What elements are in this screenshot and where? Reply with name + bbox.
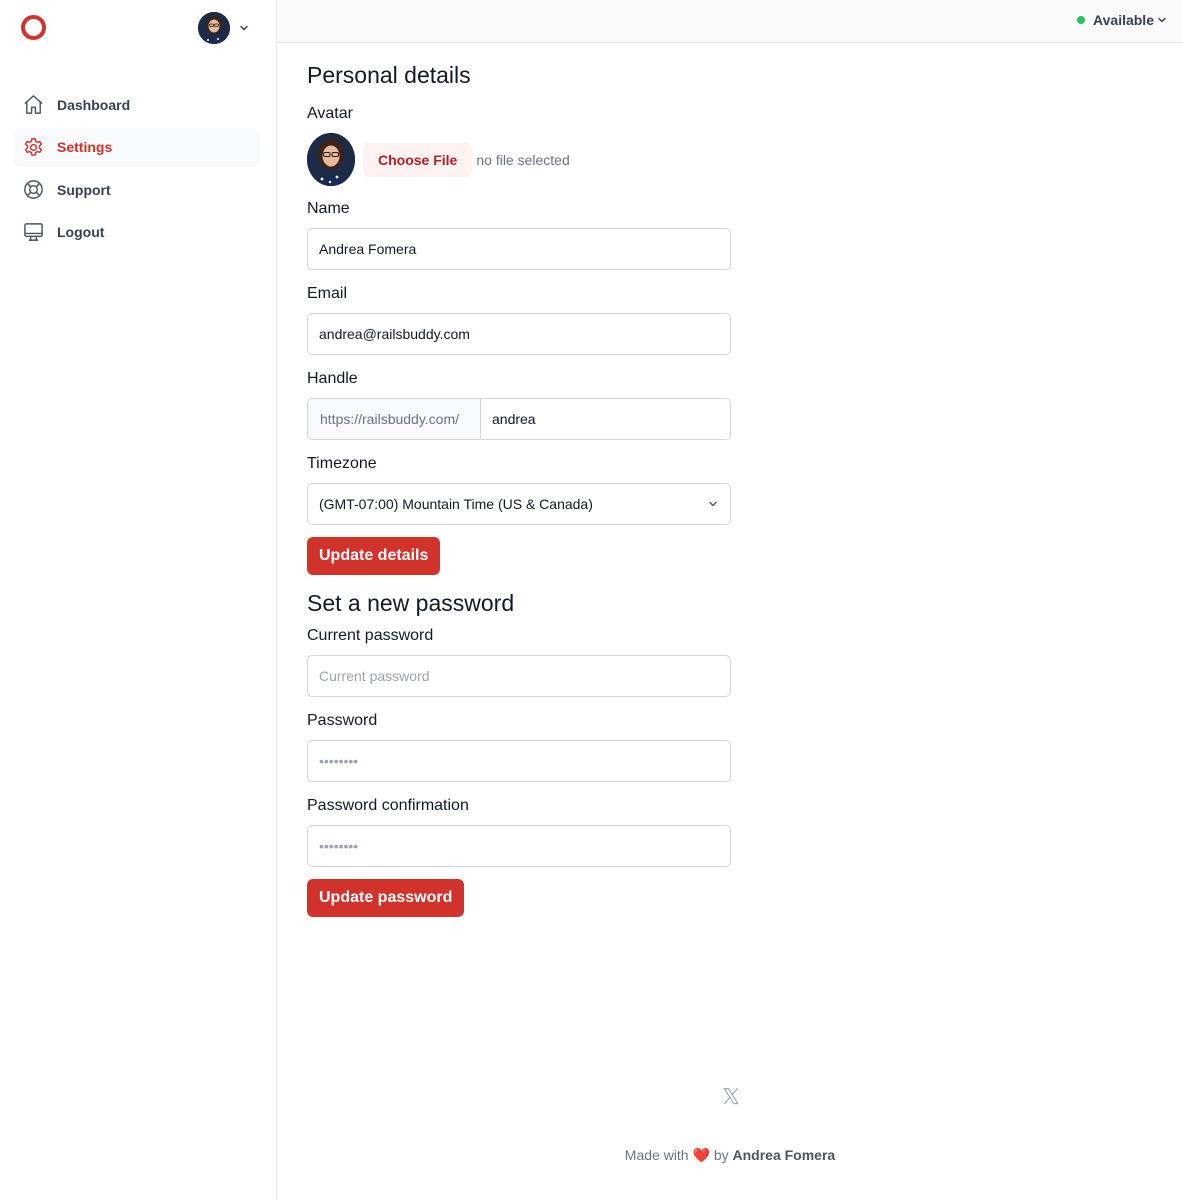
sidebar-item-dashboard[interactable]: Dashboard (14, 85, 260, 124)
heart-icon: ❤️ (692, 1147, 710, 1163)
handle-prefix: https://railsbuddy.com/ (308, 399, 481, 439)
sidebar-item-label: Logout (57, 224, 105, 240)
settings-form: Personal details Avatar Choose File no f… (307, 62, 731, 917)
personal-details-heading: Personal details (307, 62, 471, 88)
sidebar: Dashboard Settings Support Logout (0, 0, 277, 1200)
timezone-selected-value: (GMT-07:00) Mountain Time (US & Canada) (319, 496, 593, 512)
password-label: Password (307, 712, 378, 729)
footer-by: by (713, 1147, 729, 1163)
app-logo[interactable] (21, 15, 46, 40)
status-indicator (1077, 16, 1086, 24)
current-password-field[interactable] (307, 655, 731, 697)
x-twitter-icon[interactable] (722, 1087, 740, 1105)
gear-icon (24, 137, 43, 156)
email-label: Email (307, 285, 348, 302)
handle-input-group: https://railsbuddy.com/ (307, 398, 731, 440)
chevron-down-icon (1158, 17, 1166, 23)
file-status-text: no file selected (476, 151, 570, 168)
sidebar-item-settings[interactable]: Settings (14, 127, 260, 167)
handle-label: Handle (307, 370, 358, 387)
avatar (198, 12, 230, 44)
email-field[interactable] (307, 313, 731, 355)
user-menu[interactable] (198, 12, 250, 44)
name-field[interactable] (307, 228, 731, 270)
sidebar-item-label: Support (57, 181, 111, 198)
chevron-down-icon (240, 25, 248, 31)
choose-file-button[interactable]: Choose File (363, 142, 473, 177)
update-details-button[interactable]: Update details (307, 537, 441, 575)
footer: Made with ❤️ by Andrea Fomera (277, 1147, 1183, 1164)
name-label: Name (307, 200, 350, 217)
password-field[interactable] (307, 740, 731, 782)
lifebuoy-icon (24, 180, 43, 199)
password-confirmation-field[interactable] (307, 825, 731, 867)
sidebar-item-label: Dashboard (57, 96, 131, 113)
topbar: Available (277, 0, 1183, 43)
sidebar-item-support[interactable]: Support (14, 170, 260, 209)
status-label: Available (1093, 12, 1154, 28)
sidebar-item-logout[interactable]: Logout (14, 213, 260, 252)
avatar-preview (307, 133, 355, 186)
update-password-button[interactable]: Update password (307, 879, 465, 917)
timezone-label: Timezone (307, 455, 377, 472)
avatar-label: Avatar (307, 105, 353, 122)
avatar-upload: Choose File no file selected (307, 133, 731, 186)
footer-made-with: Made with (624, 1147, 689, 1163)
home-icon (24, 95, 43, 114)
chevron-down-icon (709, 501, 717, 507)
status-dropdown[interactable]: Available (1077, 12, 1167, 28)
timezone-select[interactable]: (GMT-07:00) Mountain Time (US & Canada) (307, 483, 731, 525)
handle-field[interactable] (481, 399, 730, 439)
current-password-label: Current password (307, 627, 434, 644)
footer-author-link[interactable]: Andrea Fomera (733, 1147, 836, 1163)
sidebar-nav: Dashboard Settings Support Logout (14, 85, 260, 255)
sidebar-item-label: Settings (57, 139, 113, 155)
password-heading: Set a new password (307, 590, 515, 616)
monitor-icon (24, 222, 43, 241)
password-confirmation-label: Password confirmation (307, 797, 469, 814)
